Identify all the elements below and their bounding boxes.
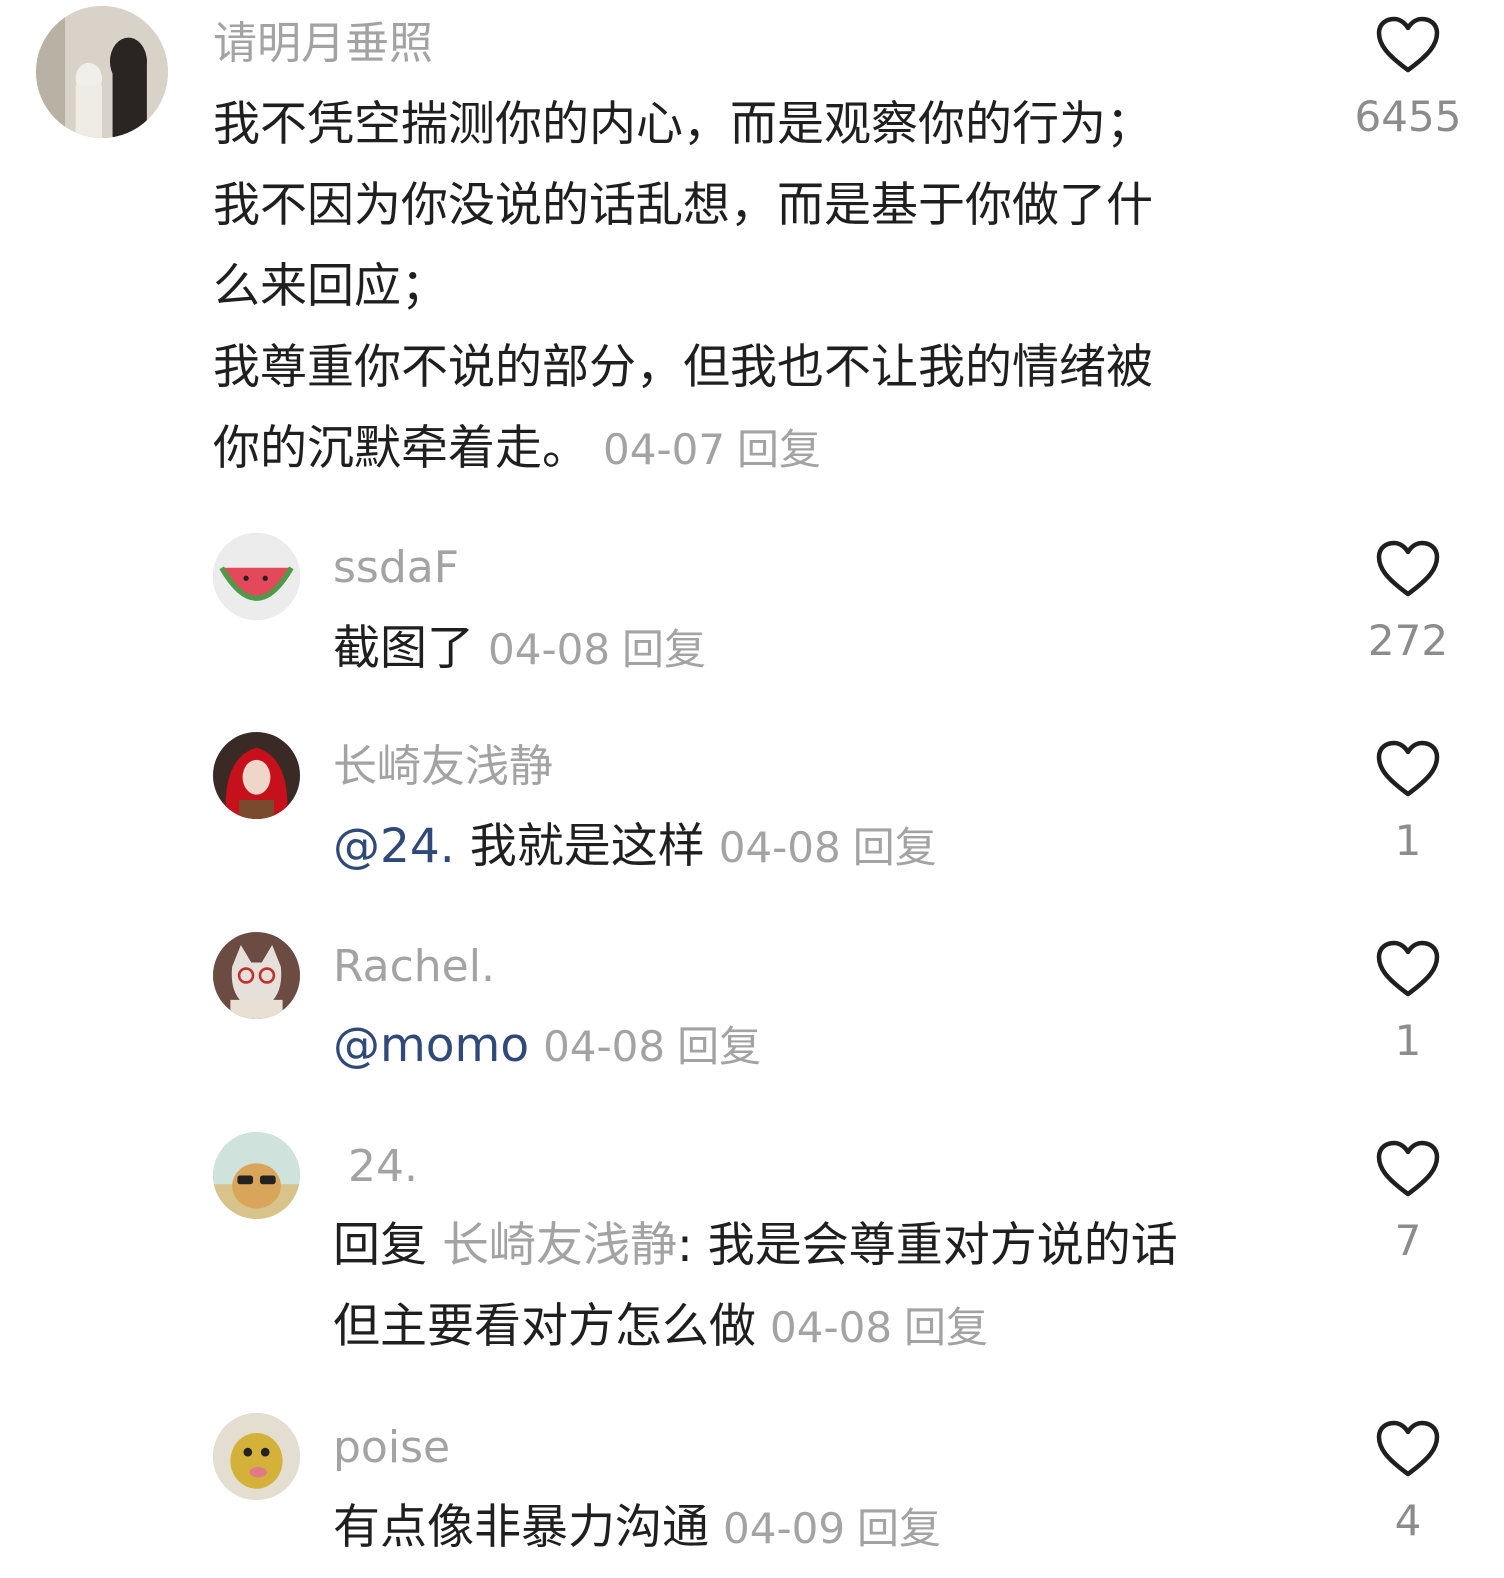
like-button[interactable]: 1 [1353,740,1463,866]
comment-meta: 04-07 回复 [603,425,821,474]
avatar-image [213,1132,300,1219]
comment-date: 04-07 [603,425,726,474]
heart-outline-icon [1376,540,1440,597]
avatar[interactable] [213,533,300,620]
heart-outline-icon [1376,740,1440,797]
comment-date: 04-08 [543,1022,666,1071]
comment-date: 04-08 [488,625,611,674]
reply-button[interactable]: 回复 [677,1022,761,1071]
avatar-image [213,533,300,620]
comment-line-last: 你的沉默牵着走。 04-07 回复 [213,408,1333,490]
like-count: 1 [1394,816,1422,865]
comment-meta: 04-08 回复 [770,1303,988,1352]
comment-line-last: @momo 04-08 回复 [333,1005,1283,1087]
reply-button[interactable]: 回复 [904,1303,988,1352]
avatar-image [213,732,300,819]
like-count: 272 [1367,616,1449,665]
comment-text: @24. 我就是这样 04-08 回复 [333,806,1283,888]
comment-body: 我就是这样 [454,819,705,874]
comment-body: 有点像非暴力沟通 [333,1500,709,1555]
avatar[interactable] [36,6,168,138]
avatar[interactable] [213,1413,300,1500]
avatar-image [213,932,300,1019]
username[interactable]: 长崎友浅静 [333,741,553,793]
comment-meta: 04-09 回复 [723,1504,941,1553]
reply-button[interactable]: 回复 [622,625,706,674]
username[interactable]: Rachel. [333,941,495,993]
comment-meta: 04-08 回复 [719,823,937,872]
comment-line: 我不凭空揣测你的内心，而是观察你的行为； [213,97,1153,152]
mention-link[interactable]: @24. [333,819,455,874]
comment-meta: 04-08 回复 [543,1022,761,1071]
like-count: 1 [1394,1016,1422,1065]
comment-date: 04-08 [718,823,841,872]
reply-button[interactable]: 回复 [857,1504,941,1553]
mention-link[interactable]: @momo [333,1018,529,1073]
username[interactable]: poise [333,1422,450,1474]
reply-button[interactable]: 回复 [853,823,937,872]
comment-line: 么来回应； [213,259,448,314]
comment-text: 有点像非暴力沟通 04-09 回复 [333,1487,1283,1569]
like-button[interactable]: 4 [1353,1420,1463,1546]
comment-line-last: 但主要看对方怎么做 04-08 回复 [333,1286,1333,1368]
comment-line: 我不因为你没说的话乱想，而是基于你做了什 [213,178,1153,233]
username[interactable]: ssdaF [333,542,459,594]
comment-line-last: @24. 我就是这样 04-08 回复 [333,806,1283,888]
comment-body: 截图了 [333,621,474,676]
avatar-image [213,1413,300,1500]
avatar[interactable] [213,1132,300,1219]
reply-prefix: 回复 [333,1218,427,1273]
comment-text: 截图了 04-08 回复 [333,608,1283,690]
comment-text: 回复 长崎友浅静: 我是会尊重对方说的话 但主要看对方怎么做 04-08 回复 [333,1205,1333,1368]
avatar-image [36,6,168,138]
like-button[interactable]: 6455 [1353,16,1463,142]
username[interactable]: 请明月垂照 [213,18,433,70]
like-count: 7 [1394,1216,1422,1265]
like-count: 6455 [1354,92,1462,141]
comment-text: 我不凭空揣测你的内心，而是观察你的行为； 我不因为你没说的话乱想，而是基于你做了… [213,84,1333,490]
like-button[interactable]: 7 [1353,1140,1463,1266]
comment-body: : 我是会尊重对方说的话 [676,1218,1178,1273]
comment-text: @momo 04-08 回复 [333,1005,1283,1087]
comment-line-last: 截图了 04-08 回复 [333,608,1283,690]
comment-line: 回复 长崎友浅静: 我是会尊重对方说的话 [333,1205,1333,1286]
avatar[interactable] [213,932,300,1019]
heart-outline-icon [1376,1420,1440,1477]
comment-date: 04-08 [770,1303,893,1352]
comment-date: 04-09 [723,1504,846,1553]
like-button[interactable]: 272 [1353,540,1463,666]
heart-outline-icon [1376,940,1440,997]
comment-body: 但主要看对方怎么做 [333,1299,756,1354]
heart-outline-icon [1376,1140,1440,1197]
comment-line: 我尊重你不说的部分，但我也不让我的情绪被 [213,340,1153,395]
avatar[interactable] [213,732,300,819]
comment-line: 你的沉默牵着走。 [213,421,589,476]
like-button[interactable]: 1 [1353,940,1463,1066]
reply-button[interactable]: 回复 [737,425,821,474]
comment-line-last: 有点像非暴力沟通 04-09 回复 [333,1487,1283,1569]
reply-target-username[interactable]: 长崎友浅静 [442,1218,677,1273]
heart-outline-icon [1376,16,1440,73]
like-count: 4 [1394,1496,1422,1545]
comment-meta: 04-08 回复 [488,625,706,674]
username[interactable]: 24. [348,1141,418,1193]
